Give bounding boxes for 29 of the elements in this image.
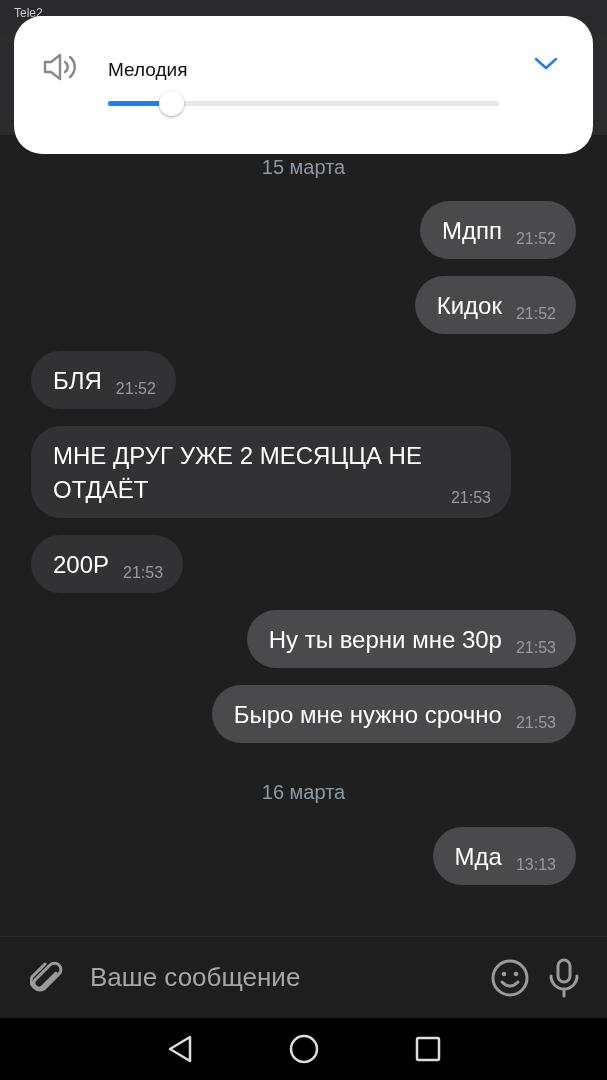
message-time: 13:13 [515,855,556,875]
chevron-down-icon[interactable] [534,57,558,71]
message-text: МНЕ ДРУГ УЖЕ 2 МЕСЯЦЦА НЕ ОТДАЁТ [53,441,423,505]
message-text: 200Р [53,550,110,580]
microphone-icon[interactable] [547,957,581,998]
message-time: 21:53 [123,563,164,583]
message-time: 21:53 [450,488,491,508]
message-text: Мдпп [441,216,502,246]
message-time: 21:52 [115,379,156,399]
speaker-icon [42,52,78,82]
message-text: Быро мне нужно срочно [233,700,502,730]
message-time: 21:53 [515,713,556,733]
date-separator: 15 марта [261,155,346,179]
message-text: Ну ты верни мне 30р [268,625,502,655]
recents-icon[interactable] [414,1036,441,1062]
back-icon[interactable] [166,1035,193,1063]
slider-thumb[interactable] [158,91,184,116]
message-text: Мда [454,842,502,872]
message-time: 21:53 [515,638,556,658]
carrier-name: Tele2 [14,7,43,20]
date-separator: 16 марта [261,780,346,804]
message-time: 21:52 [515,229,556,249]
home-icon[interactable] [288,1034,319,1064]
message-text: Кидок [436,291,502,321]
message-time: 21:52 [515,304,556,324]
volume-label: Мелодия [108,58,188,82]
message-input[interactable]: Ваше сообщение [82,958,473,997]
emoji-icon[interactable] [491,958,529,997]
message-text: БЛЯ [53,366,102,396]
